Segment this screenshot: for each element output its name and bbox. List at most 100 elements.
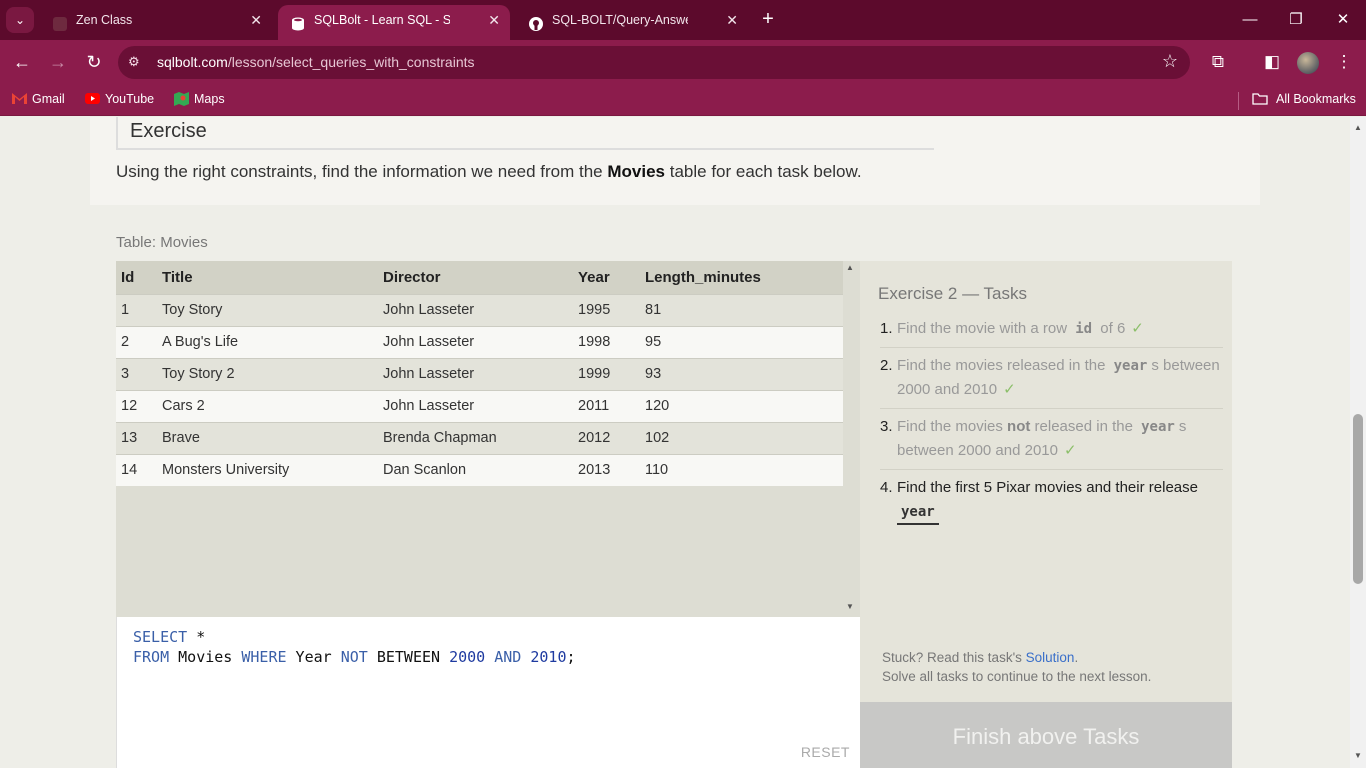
close-tab-icon[interactable]: ✕ [250, 5, 262, 36]
bookmark-youtube[interactable]: YouTube [85, 92, 154, 106]
task-item-current: 4. Find the first 5 Pixar movies and thei… [880, 476, 1223, 531]
close-tab-icon[interactable]: ✕ [726, 5, 738, 36]
query-code[interactable]: SELECT * FROM Movies WHERE Year NOT BETW… [133, 627, 576, 667]
sqlbolt-favicon-icon [290, 13, 306, 31]
table-cell: Brenda Chapman [378, 421, 573, 454]
bookmark-gmail[interactable]: Gmail [12, 92, 65, 106]
zen-class-favicon-icon [52, 13, 68, 31]
browser-toolbar: ← → ↻ ⚙ sqlbolt.com/lesson/select_querie… [0, 40, 1366, 84]
menu-kebab-icon[interactable]: ⋮ [1332, 50, 1356, 74]
table-row: 13 Brave Brenda Chapman 2012 102 [116, 421, 843, 454]
table-row: 14 Monsters University Dan Scanlon 2013 … [116, 453, 843, 486]
new-tab-icon[interactable]: + [756, 8, 780, 32]
page-scrollbar[interactable]: ▲ ▼ [1350, 117, 1366, 768]
table-cell: 1 [116, 293, 157, 326]
table-label: Table: Movies [116, 234, 208, 251]
sql-query-editor[interactable]: SELECT * FROM Movies WHERE Year NOT BETW… [116, 617, 860, 768]
table-cell: John Lasseter [378, 293, 573, 326]
forward-arrow-icon[interactable]: → [46, 50, 70, 74]
reload-icon[interactable]: ↻ [82, 50, 106, 74]
bookmark-maps[interactable]: Maps [174, 92, 225, 106]
close-window-icon[interactable]: ✕ [1320, 6, 1366, 34]
reset-button[interactable]: RESET [801, 744, 850, 760]
bookmarks-separator [1238, 92, 1239, 110]
table-cell: 2013 [573, 453, 640, 486]
bookmark-star-icon[interactable]: ☆ [1162, 51, 1178, 72]
table-cell: A Bug's Life [157, 325, 378, 358]
table-cell: 102 [640, 421, 843, 454]
tab-title: SQL-BOLT/Query-Answers.sql at [552, 13, 688, 27]
profile-avatar[interactable] [1297, 52, 1319, 74]
page-viewport: Exercise Using the right constraints, fi… [0, 117, 1350, 768]
table-row: 2 A Bug's Life John Lasseter 1998 95 [116, 325, 843, 358]
tasks-title: Exercise 2 — Tasks [878, 284, 1027, 303]
solution-link[interactable]: Solution [1026, 650, 1075, 665]
table-cell: 1998 [573, 325, 640, 358]
tab-title: SQLBolt - Learn SQL - SQL Lesson [314, 13, 450, 27]
table-scroll-up-icon[interactable]: ▲ [846, 263, 854, 272]
table-row: 12 Cars 2 John Lasseter 2011 120 [116, 389, 843, 422]
column-header: Title [157, 261, 378, 294]
scroll-down-icon[interactable]: ▼ [1353, 751, 1363, 760]
lesson-section: Exercise Using the right constraints, fi… [90, 117, 1260, 205]
extensions-icon[interactable]: ⧉ [1206, 50, 1230, 74]
back-arrow-icon[interactable]: ← [10, 50, 34, 74]
table-cell: 3 [116, 357, 157, 390]
table-cell: 110 [640, 453, 843, 486]
scrollbar-thumb[interactable] [1353, 414, 1363, 584]
table-cell: 93 [640, 357, 843, 390]
check-icon: ✓ [1131, 320, 1144, 337]
tab-bar: ⌄ Zen Class ✕ SQLBolt - Learn SQL - SQL … [0, 0, 1366, 40]
site-info-icon[interactable]: ⚙ [128, 54, 144, 70]
maps-icon [174, 92, 189, 106]
table-cell: 2 [116, 325, 157, 358]
table-cell: 2011 [573, 389, 640, 422]
tab-github[interactable]: SQL-BOLT/Query-Answers.sql at ✕ [516, 5, 748, 40]
column-header: Length_minutes [640, 261, 843, 294]
table-row: 1 Toy Story John Lasseter 1995 81 [116, 293, 843, 326]
table-cell: Cars 2 [157, 389, 378, 422]
table-scroll-down-icon[interactable]: ▼ [846, 602, 854, 611]
column-header: Year [573, 261, 640, 294]
side-panel-icon[interactable]: ◧ [1260, 50, 1284, 74]
bookmarks-bar: Gmail YouTube Maps All Bookmarks [0, 84, 1366, 116]
table-cell: John Lasseter [378, 389, 573, 422]
folder-icon [1252, 92, 1268, 106]
gmail-icon [12, 92, 27, 106]
table-cell: 2012 [573, 421, 640, 454]
exercise-heading: Exercise [116, 117, 934, 150]
table-cell: John Lasseter [378, 357, 573, 390]
help-text: Stuck? Read this task's Solution. Solve … [882, 650, 1152, 684]
tab-sqlbolt[interactable]: SQLBolt - Learn SQL - SQL Lesson ✕ [278, 5, 510, 40]
tab-title: Zen Class [76, 13, 133, 27]
movies-table: Id Title Director Year Length_minutes 1 … [116, 261, 843, 486]
close-tab-icon[interactable]: ✕ [488, 5, 500, 36]
address-bar[interactable]: ⚙ sqlbolt.com/lesson/select_queries_with… [118, 46, 1190, 79]
task-item: 2. Find the movies released in the year s … [880, 354, 1223, 409]
all-bookmarks-folder[interactable]: All Bookmarks [1252, 92, 1356, 106]
table-header-row: Id Title Director Year Length_minutes [116, 261, 843, 294]
table-cell: 1995 [573, 293, 640, 326]
tab-search-button[interactable]: ⌄ [6, 7, 34, 33]
task-item: 1. Find the movie with a row id of 6 ✓ [880, 317, 1223, 348]
minimize-icon[interactable]: — [1227, 6, 1273, 34]
table-cell: Monsters University [157, 453, 378, 486]
check-icon: ✓ [1063, 442, 1077, 459]
restore-icon[interactable]: ❐ [1273, 6, 1319, 34]
table-row: 3 Toy Story 2 John Lasseter 1999 93 [116, 357, 843, 390]
table-cell: 120 [640, 389, 843, 422]
table-cell: 95 [640, 325, 843, 358]
table-cell: 12 [116, 389, 157, 422]
finish-tasks-button[interactable]: Finish above Tasks [860, 702, 1232, 768]
tasks-panel: Exercise 2 — Tasks 1. Find the movie with… [860, 261, 1232, 702]
table-cell: Toy Story 2 [157, 357, 378, 390]
column-header: Id [116, 261, 157, 294]
check-icon: ✓ [1003, 381, 1016, 398]
table-cell: Dan Scanlon [378, 453, 573, 486]
tab-zen-class[interactable]: Zen Class ✕ [40, 5, 272, 40]
github-favicon-icon [528, 13, 544, 31]
column-header: Director [378, 261, 573, 294]
scroll-up-icon[interactable]: ▲ [1353, 123, 1363, 132]
table-cell: 14 [116, 453, 157, 486]
table-cell: 13 [116, 421, 157, 454]
